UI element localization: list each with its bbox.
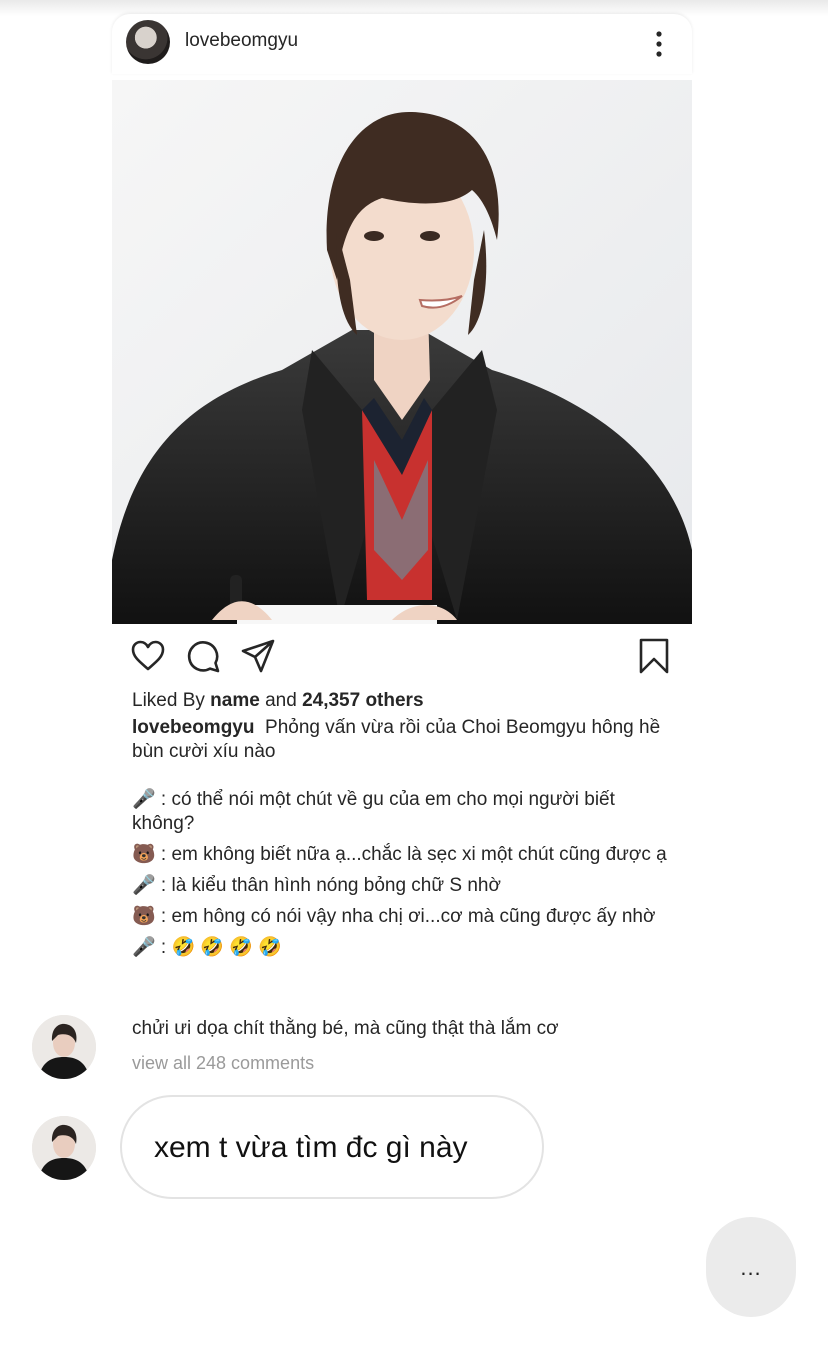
post-actions <box>130 638 690 678</box>
dialog-line: 🎤 : 🤣 🤣 🤣 🤣 <box>132 937 282 958</box>
typing-indicator: ... <box>706 1217 796 1317</box>
message-bubble[interactable]: xem t vừa tìm đc gì này <box>120 1095 544 1199</box>
avatar-illustration <box>32 1015 96 1079</box>
dialog-line: 🎤 : có thể nói một chút về gu của em cho… <box>132 789 615 834</box>
bookmark-icon[interactable] <box>636 638 672 674</box>
dialog-line: 🐻 : em hông có nói vậy nha chị ơi...cơ m… <box>132 906 656 927</box>
post-photo-illustration <box>112 80 692 624</box>
more-vertical-icon[interactable] <box>647 29 671 59</box>
poster-avatar[interactable] <box>126 20 170 64</box>
top-comment: chửi ưi dọa chít thằng bé, mà cũng thật … <box>132 1018 559 1039</box>
typing-dots: ... <box>740 1255 762 1280</box>
likes-count[interactable]: 24,357 others <box>302 690 423 711</box>
sender-avatar[interactable] <box>32 1015 96 1079</box>
likes-name[interactable]: name <box>210 690 260 711</box>
likes-prefix: Liked By <box>132 690 211 711</box>
poster-username[interactable]: lovebeomgyu <box>185 30 298 52</box>
shared-post-card[interactable]: lovebeomgyu Liked By name and 24,357 oth… <box>112 14 692 1084</box>
heart-icon[interactable] <box>130 638 166 674</box>
sender-avatar[interactable] <box>32 1116 96 1180</box>
avatar-illustration <box>32 1116 96 1180</box>
chat-screen: lovebeomgyu Liked By name and 24,357 oth… <box>0 0 828 1347</box>
post-image[interactable] <box>112 80 692 624</box>
view-all-comments-link[interactable]: view all 248 comments <box>132 1053 314 1074</box>
post-caption: lovebeomgyu Phỏng vấn vừa rồi của Choi B… <box>132 716 677 967</box>
dialog-line: 🎤 : là kiểu thân hình nóng bỏng chữ S nh… <box>132 875 501 896</box>
share-icon[interactable] <box>240 638 276 674</box>
likes-and: and <box>259 690 303 711</box>
message-text: xem t vừa tìm đc gì này <box>154 1131 468 1164</box>
likes-summary[interactable]: Liked By name and 24,357 others <box>132 690 424 712</box>
post-header: lovebeomgyu <box>112 14 692 74</box>
caption-dialog: 🎤 : có thể nói một chút về gu của em cho… <box>132 788 677 960</box>
comment-icon[interactable] <box>185 638 221 674</box>
dialog-line: 🐻 : em không biết nữa ạ...chắc là sẹc xi… <box>132 844 667 865</box>
caption-username[interactable]: lovebeomgyu <box>132 717 254 738</box>
